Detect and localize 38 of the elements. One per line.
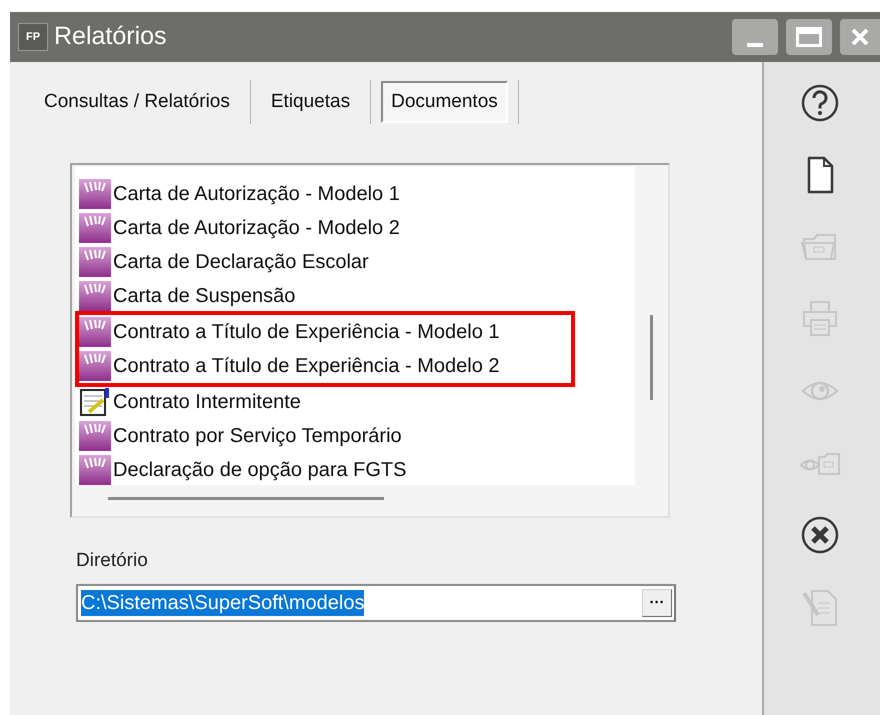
- document-template-icon: [79, 421, 111, 451]
- directory-value: C:\Sistemas\SuperSoft\modelos: [81, 590, 364, 616]
- document-template-icon: [79, 179, 111, 209]
- document-template-icon: [79, 247, 111, 277]
- scrollbar-thumb[interactable]: [108, 497, 384, 500]
- document-item[interactable]: Contrato por Serviço Temporário: [113, 421, 402, 451]
- maximize-icon: [796, 27, 822, 47]
- document-template-icon: [79, 317, 111, 347]
- window-title: Relatórios: [54, 21, 167, 52]
- document-item[interactable]: Carta de Suspensão: [113, 281, 296, 311]
- document-item[interactable]: Declaração de opção para FGTS: [113, 455, 406, 485]
- close-icon: [850, 27, 870, 47]
- document-template-icon: [79, 351, 111, 381]
- directory-label: Diretório: [76, 549, 149, 573]
- edit-document-icon: [79, 387, 111, 417]
- close-button[interactable]: [840, 19, 880, 55]
- help-icon: [800, 83, 840, 123]
- directory-field[interactable]: C:\Sistemas\SuperSoft\modelos ···: [76, 584, 676, 622]
- tab[interactable]: Documentos: [381, 80, 508, 124]
- document-item[interactable]: Contrato a Título de Experiência - Modelo 1: [113, 317, 500, 347]
- edit-document-icon: [800, 587, 840, 627]
- document-item[interactable]: Contrato a Título de Experiência - Modelo 2: [113, 351, 500, 381]
- document-item[interactable]: Carta de Declaração Escolar: [113, 247, 369, 277]
- maximize-button[interactable]: [786, 19, 832, 55]
- app-icon: FP: [18, 23, 48, 51]
- tab[interactable]: Etiquetas: [260, 82, 360, 122]
- document-template-icon: [79, 213, 111, 243]
- minimize-button[interactable]: [732, 19, 778, 55]
- document-template-icon: [79, 281, 111, 311]
- document-item[interactable]: Carta de Autorização - Modelo 2: [113, 213, 400, 243]
- tab[interactable]: Consultas / Relatórios: [34, 82, 240, 122]
- document-item[interactable]: Carta de Autorização - Modelo 1: [113, 179, 400, 209]
- printer-icon: [800, 299, 840, 339]
- document-item[interactable]: Contrato Intermitente: [113, 387, 301, 417]
- scrollbar-thumb[interactable]: [650, 315, 653, 400]
- close-circle-icon: [800, 515, 840, 555]
- minimize-icon: [747, 43, 763, 47]
- browse-button[interactable]: ···: [642, 588, 672, 616]
